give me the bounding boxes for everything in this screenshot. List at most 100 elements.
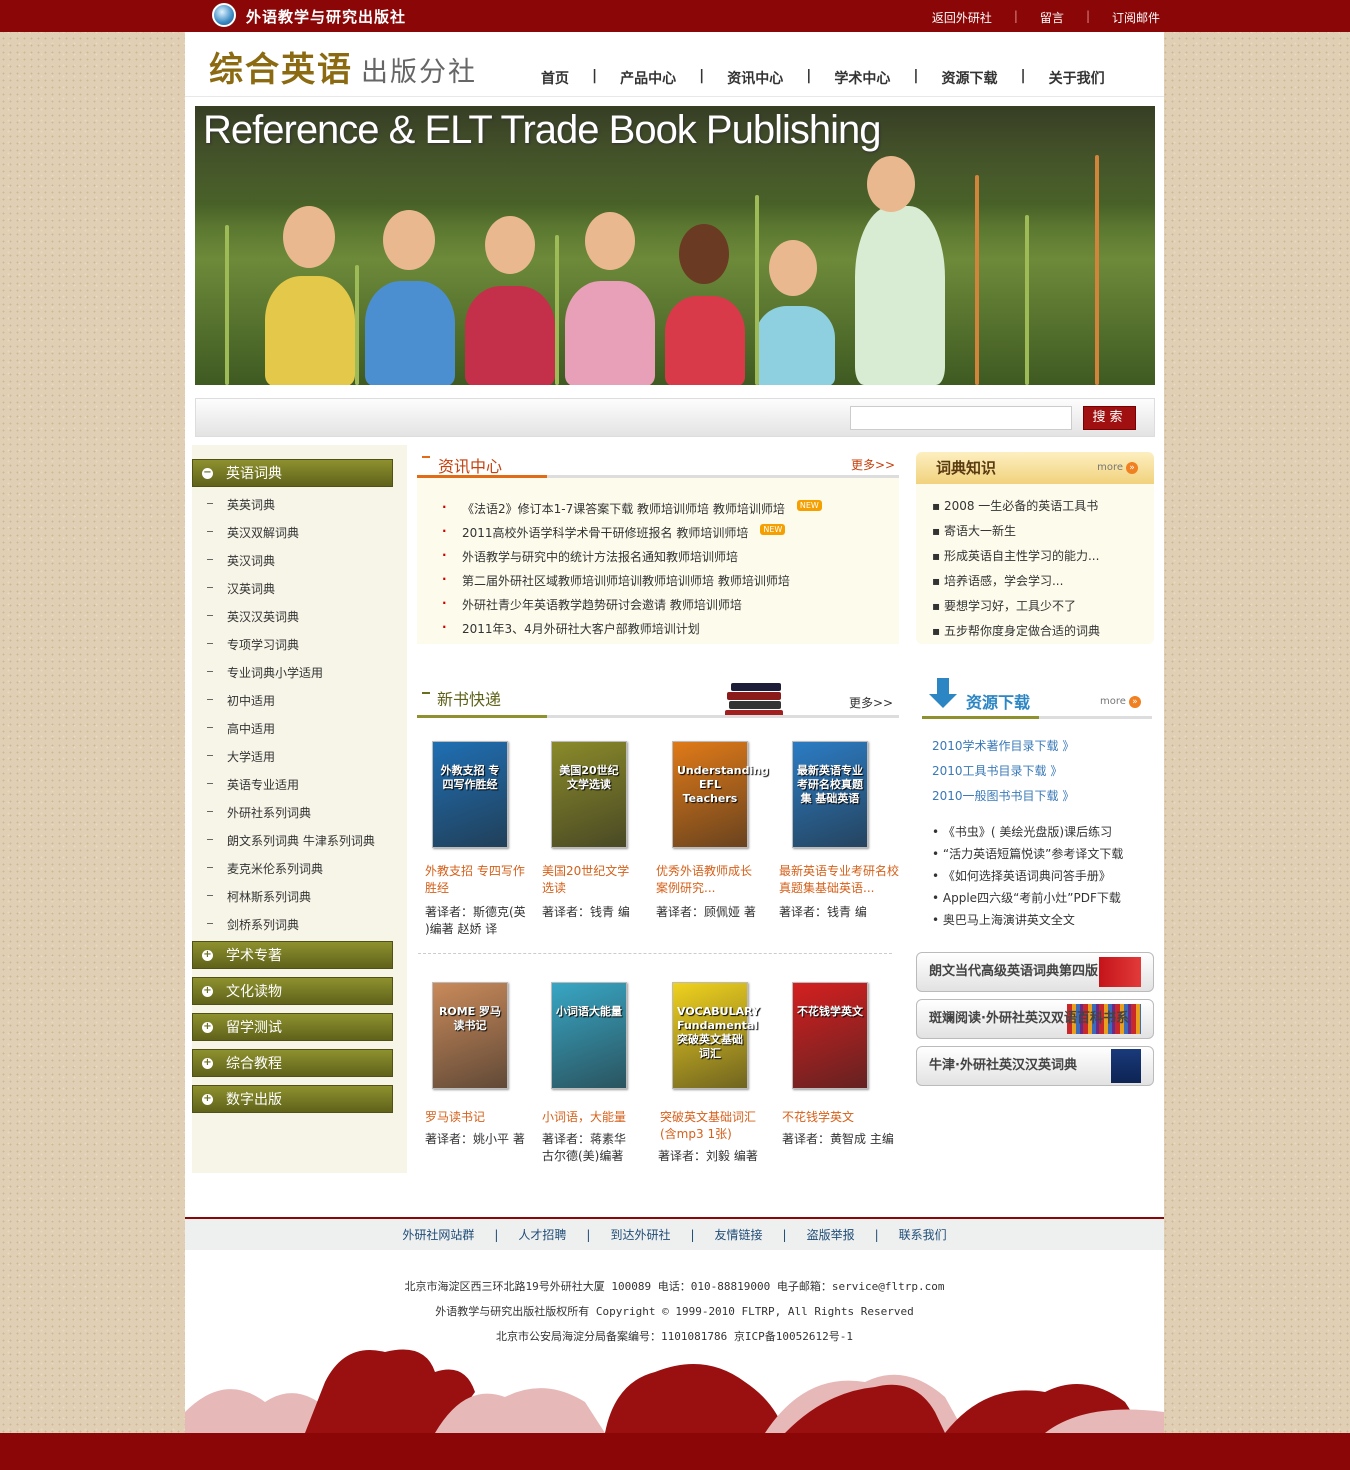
sidebar-subitem[interactable]: 高中适用 [206, 720, 275, 737]
books-row-divider [418, 953, 892, 954]
dict-knowledge-item[interactable]: ▪ 培养语感，学会学习... [932, 572, 1063, 589]
divider: | [1013, 9, 1018, 23]
footer-link[interactable]: 到达外研社 [610, 1226, 670, 1243]
download-item[interactable]: • 《如何选择英语词典问答手册》 [932, 867, 1111, 884]
footer-links: 外研社网站群 | 人才招聘 | 到达外研社 | 友情链接 | 盗版举报 | 联系我们 [185, 1217, 1164, 1250]
book-title[interactable]: 突破英文基础词汇 (含mp3 1张) [660, 1109, 756, 1143]
book-cover-1[interactable]: 外教支招 专四写作胜经 [432, 741, 508, 848]
book-title[interactable]: 小词语，大能量 [542, 1109, 626, 1126]
sidebar-subitem[interactable]: 麦克米伦系列词典 [206, 860, 323, 877]
sidebar-subitem[interactable]: 大学适用 [206, 748, 275, 765]
news-item[interactable]: 《法语2》修订本1-7课答案下载 教师培训师培 教师培训师培 NEW [442, 500, 822, 517]
nav-home[interactable]: 首页 [541, 68, 569, 88]
expand-icon: + [202, 1021, 213, 1033]
news-more-link[interactable]: 更多>> [851, 456, 895, 473]
book-title[interactable]: 外教支招 专四写作 胜经 [425, 863, 525, 897]
promo-bilingual[interactable]: 斑斓阅读·外研社英汉双语百科书系 [916, 999, 1154, 1039]
sidebar-subitem[interactable]: 英汉汉英词典 [206, 608, 299, 625]
book-title[interactable]: 优秀外语教师成长 案例研究... [656, 863, 752, 897]
footer-link[interactable]: 人才招聘 [518, 1226, 566, 1243]
nav-news[interactable]: 资讯中心 [727, 68, 783, 88]
book-cover-7[interactable]: VOCABULARY Fundamental 突破英文基础词汇 [672, 982, 760, 1089]
sidebar-category-dictionary[interactable]: − 英语词典 [192, 459, 393, 487]
sidebar-category-textbooks[interactable]: + 综合教程 [192, 1049, 393, 1077]
download-item[interactable]: • 《书虫》( 美绘光盘版)课后练习 [932, 823, 1112, 840]
book-cover-4[interactable]: 最新英语专业考研名校真题集 基础英语 [792, 741, 868, 848]
category-label: 留学测试 [226, 1020, 282, 1036]
news-item[interactable]: 2011年3、4月外研社大客户部教师培训计划 [442, 620, 700, 637]
sidebar-category-culture[interactable]: + 文化读物 [192, 977, 393, 1005]
sidebar-category-academic[interactable]: + 学术专著 [192, 941, 393, 969]
book-title[interactable]: 美国20世纪文学 选读 [542, 863, 629, 897]
new-books-more-link[interactable]: 更多>> [849, 694, 893, 711]
dict-knowledge-item[interactable]: ▪ 2008 一生必备的英语工具书 [932, 497, 1098, 514]
sidebar-category-testing[interactable]: + 留学测试 [192, 1013, 393, 1041]
nav-downloads[interactable]: 资源下载 [942, 68, 998, 88]
search-button[interactable]: 搜索 [1083, 406, 1136, 430]
org-title[interactable]: 外语教学与研究出版社 [246, 6, 406, 27]
link-subscribe[interactable]: 订阅邮件 [1112, 9, 1160, 26]
category-label: 文化读物 [226, 984, 282, 1000]
banner-title: Reference & ELT Trade Book Publishing [203, 108, 881, 152]
link-back-fltrp[interactable]: 返回外研社 [932, 9, 992, 26]
sidebar-subitem[interactable]: 专业词典小学适用 [206, 664, 323, 681]
link-message[interactable]: 留言 [1040, 9, 1064, 26]
sidebar-subitem[interactable]: 英语专业适用 [206, 776, 299, 793]
book-cover-2[interactable]: 美国20世纪文学选读 [551, 741, 627, 848]
banner-grass [975, 175, 979, 385]
book-title[interactable]: 罗马读书记 [425, 1109, 485, 1126]
footer-link[interactable]: 盗版举报 [807, 1226, 855, 1243]
news-item[interactable]: 第二届外研社区域教师培训师培训教师培训师培 教师培训师培 [442, 572, 790, 589]
dict-knowledge-item[interactable]: ▪ 要想学习好，工具少不了 [932, 597, 1076, 614]
nav-products[interactable]: 产品中心 [620, 68, 676, 88]
sidebar-subitem[interactable]: 初中适用 [206, 692, 275, 709]
dict-knowledge-more[interactable]: more [1097, 461, 1138, 475]
download-link[interactable]: 2010学术著作目录下载 [932, 737, 1074, 754]
sidebar-subitem[interactable]: 朗文系列词典 牛津系列词典 [207, 832, 375, 849]
nav-about[interactable]: 关于我们 [1049, 68, 1105, 88]
download-item[interactable]: • “活力英语短篇悦读”参考译文下载 [932, 845, 1123, 862]
search-input[interactable] [850, 406, 1072, 430]
sidebar-subitem[interactable]: 英汉词典 [206, 552, 275, 569]
sidebar-subitem[interactable]: 英汉双解词典 [206, 524, 299, 541]
footer-link[interactable]: 友情链接 [715, 1226, 763, 1243]
news-item[interactable]: 2011高校外语学科学术骨干研修班报名 教师培训师培 NEW [442, 524, 786, 541]
dict-knowledge-item[interactable]: ▪ 形成英语自主性学习的能力... [932, 547, 1099, 564]
footer-link[interactable]: 联系我们 [899, 1226, 947, 1243]
books-underline-rest [547, 715, 899, 718]
brand-logo[interactable]: 综合英语 出版分社 [209, 42, 477, 91]
sidebar-subitem[interactable]: 外研社系列词典 [206, 804, 311, 821]
downloads-more[interactable]: more [1100, 695, 1141, 709]
promo-longman[interactable]: 朗文当代高级英语词典第四版 [916, 952, 1154, 992]
dict-knowledge-item[interactable]: ▪ 五步帮你度身定做合适的词典 [932, 622, 1100, 639]
book-cover-3[interactable]: Understanding EFL Teachers [672, 741, 769, 848]
download-item[interactable]: • Apple四六级“考前小灶”PDF下载 [932, 889, 1121, 906]
news-item[interactable]: 外语教学与研究中的统计方法报名通知教师培训师培 [442, 548, 738, 565]
promo-oxford[interactable]: 牛津·外研社英汉汉英词典 [916, 1046, 1154, 1086]
nav-academic[interactable]: 学术中心 [834, 68, 890, 88]
sidebar-subitem[interactable]: 柯林斯系列词典 [206, 888, 311, 905]
sidebar-subitem[interactable]: 汉英词典 [206, 580, 275, 597]
book-title[interactable]: 最新英语专业考研名校 真题集基础英语... [779, 863, 899, 897]
news-item[interactable]: 外研社青少年英语教学趋势研讨会邀请 教师培训师培 [442, 596, 742, 613]
book-title[interactable]: 不花钱学英文 [782, 1109, 854, 1126]
book-author: 著译者：黄智成 主编 [782, 1132, 894, 1146]
footer-link[interactable]: 外研社网站群 [402, 1226, 474, 1243]
sidebar-subitem[interactable]: 专项学习词典 [206, 636, 299, 653]
dict-knowledge-item[interactable]: ▪ 寄语大一新生 [932, 522, 1016, 539]
sidebar-subitem[interactable]: 剑桥系列词典 [206, 916, 299, 933]
sidebar-category-digital[interactable]: + 数字出版 [192, 1085, 393, 1113]
book-cover-6[interactable]: 小词语大能量 [551, 982, 627, 1089]
top-links: 返回外研社 | 留言 | 订阅邮件 [932, 9, 1160, 26]
book-cover-8[interactable]: 不花钱学英文 [792, 982, 868, 1089]
download-link[interactable]: 2010工具书目录下载 [932, 762, 1062, 779]
download-item[interactable]: • 奥巴马上海演讲英文全文 [932, 911, 1075, 928]
category-label: 学术专著 [226, 948, 282, 964]
book-cover-text: 外教支招 专四写作胜经 [440, 764, 500, 791]
book-cover-5[interactable]: ROME 罗马读书记 [432, 982, 508, 1089]
sidebar-subitem[interactable]: 英英词典 [206, 496, 275, 513]
downloads-underline [922, 716, 1039, 719]
download-link[interactable]: 2010一般图书书目下载 [932, 787, 1074, 804]
divider: | [874, 1227, 879, 1242]
fltrp-logo-icon[interactable] [212, 3, 236, 27]
